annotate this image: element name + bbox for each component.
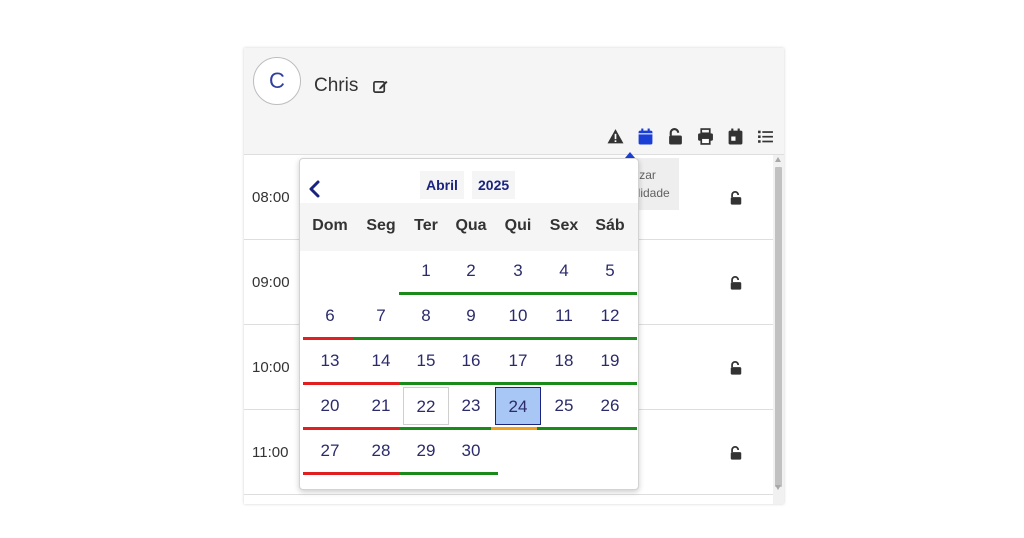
calendar-day[interactable]: 22 bbox=[403, 387, 449, 425]
weekday-label: Sáb bbox=[595, 217, 625, 234]
calendar-day[interactable]: 28 bbox=[358, 432, 404, 470]
calendar-day[interactable]: 25 bbox=[541, 387, 587, 425]
print-icon[interactable] bbox=[697, 128, 714, 145]
calendar-day[interactable]: 23 bbox=[448, 387, 494, 425]
availability-indicator bbox=[444, 472, 498, 475]
edit-icon[interactable] bbox=[373, 79, 388, 94]
unlock-icon[interactable] bbox=[729, 276, 743, 290]
availability-indicator bbox=[583, 382, 637, 385]
calendar-day[interactable]: 12 bbox=[587, 297, 633, 335]
weekday-header: Dom Seg Ter Qua Qui Sex Sáb bbox=[300, 203, 638, 251]
date-picker: Abril 2025 Dom Seg Ter Qua Qui Sex Sáb 1234567… bbox=[299, 158, 639, 490]
year-select[interactable]: 2025 bbox=[472, 171, 516, 199]
list-icon[interactable] bbox=[757, 128, 774, 145]
availability-indicator bbox=[444, 337, 498, 340]
calendar-day[interactable]: 1 bbox=[403, 252, 449, 290]
calendar-day[interactable]: 8 bbox=[403, 297, 449, 335]
availability-indicator bbox=[583, 292, 637, 295]
unlock-icon[interactable] bbox=[667, 128, 684, 145]
weekday-label: Sex bbox=[549, 217, 579, 234]
availability-indicator bbox=[444, 427, 498, 430]
toolbar bbox=[607, 128, 774, 145]
calendar-check-icon[interactable] bbox=[727, 128, 744, 145]
calendar-day[interactable]: 13 bbox=[307, 342, 353, 380]
calendar-day[interactable]: 9 bbox=[448, 297, 494, 335]
availability-indicator bbox=[444, 292, 498, 295]
month-select[interactable]: Abril bbox=[420, 171, 464, 199]
weekday-label: Qui bbox=[504, 217, 532, 234]
calendar-day[interactable]: 27 bbox=[307, 432, 353, 470]
calendar-day[interactable]: 15 bbox=[403, 342, 449, 380]
calendar-icon[interactable] bbox=[637, 128, 654, 145]
calendar-day[interactable]: 17 bbox=[495, 342, 541, 380]
calendar-day[interactable]: 29 bbox=[403, 432, 449, 470]
calendar-day[interactable]: 7 bbox=[358, 297, 404, 335]
user-name: Chris bbox=[314, 75, 359, 96]
time-slot-label: 08:00 bbox=[252, 189, 290, 206]
availability-indicator bbox=[303, 337, 357, 340]
calendar-day[interactable]: 5 bbox=[587, 252, 633, 290]
calendar-day[interactable]: 20 bbox=[307, 387, 353, 425]
scroll-up-arrow-icon[interactable] bbox=[775, 157, 781, 162]
calendar-day[interactable]: 14 bbox=[358, 342, 404, 380]
availability-indicator bbox=[303, 382, 357, 385]
warning-icon[interactable] bbox=[607, 128, 624, 145]
calendar-day[interactable]: 3 bbox=[495, 252, 541, 290]
calendar-day[interactable]: 26 bbox=[587, 387, 633, 425]
calendar-day[interactable]: 18 bbox=[541, 342, 587, 380]
time-slot-label: 11:00 bbox=[252, 444, 289, 461]
availability-indicator bbox=[444, 382, 498, 385]
scrollbar[interactable] bbox=[773, 155, 784, 504]
weekday-label: Qua bbox=[455, 217, 487, 234]
calendar-day[interactable]: 30 bbox=[448, 432, 494, 470]
calendar-day[interactable]: 6 bbox=[307, 297, 353, 335]
availability-indicator bbox=[303, 427, 357, 430]
calendar-day[interactable]: 4 bbox=[541, 252, 587, 290]
prev-month-chevron-icon[interactable] bbox=[307, 179, 323, 199]
scroll-down-arrow-icon[interactable] bbox=[775, 485, 781, 490]
weekday-label: Dom bbox=[312, 217, 348, 234]
calendar-day[interactable]: 24 bbox=[495, 387, 541, 425]
availability-indicator bbox=[303, 472, 357, 475]
unlock-icon[interactable] bbox=[729, 191, 743, 205]
availability-indicator bbox=[583, 337, 637, 340]
time-slot-label: 09:00 bbox=[252, 274, 290, 291]
calendar-day[interactable]: 16 bbox=[448, 342, 494, 380]
unlock-icon[interactable] bbox=[729, 361, 743, 375]
calendar-day[interactable]: 2 bbox=[448, 252, 494, 290]
calendar-day[interactable]: 19 bbox=[587, 342, 633, 380]
card-header: C Chris bbox=[244, 48, 784, 155]
calendar-day[interactable]: 21 bbox=[358, 387, 404, 425]
time-slot-label: 10:00 bbox=[252, 359, 290, 376]
avatar: C bbox=[253, 57, 301, 105]
availability-indicator bbox=[583, 427, 637, 430]
calendar-day[interactable]: 11 bbox=[541, 297, 587, 335]
unlock-icon[interactable] bbox=[729, 446, 743, 460]
scroll-thumb[interactable] bbox=[775, 167, 782, 487]
calendar-day[interactable]: 10 bbox=[495, 297, 541, 335]
